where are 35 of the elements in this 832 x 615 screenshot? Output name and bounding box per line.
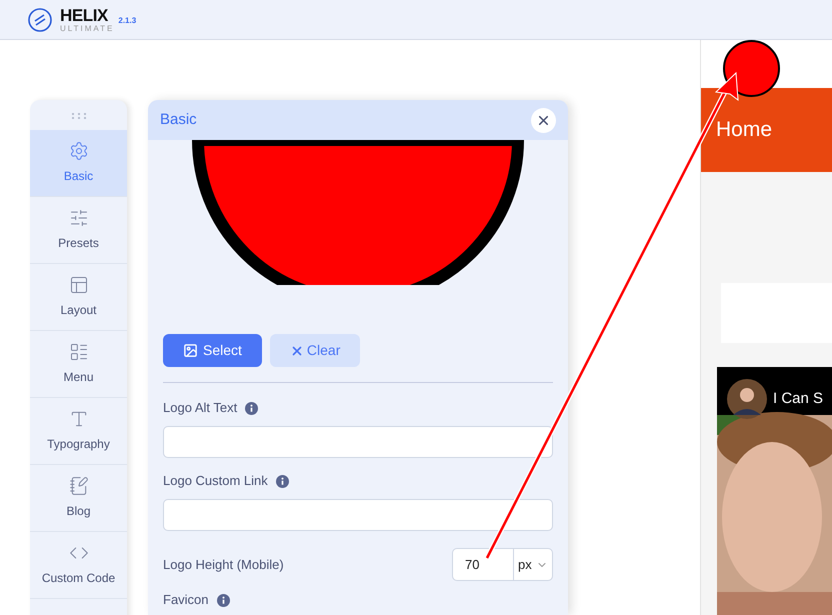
drag-handle-icon[interactable] bbox=[70, 113, 86, 119]
unit-select[interactable]: px bbox=[514, 549, 552, 580]
logo-subtitle: ULTIMATE bbox=[60, 24, 114, 32]
sidebar-item[interactable]: Presets bbox=[30, 197, 127, 264]
info-icon bbox=[245, 402, 258, 414]
version-label: 2.1.3 bbox=[118, 15, 136, 27]
avatar-icon bbox=[727, 379, 767, 419]
height-field[interactable]: 70 px bbox=[452, 548, 553, 581]
info-icon bbox=[276, 474, 289, 488]
settings-icon bbox=[68, 141, 88, 161]
close-button[interactable] bbox=[531, 108, 556, 132]
layout-icon bbox=[68, 275, 88, 295]
sidebar-item[interactable]: Layout bbox=[30, 264, 127, 331]
sidebar-item[interactable]: Typography bbox=[30, 398, 127, 465]
video-title: I Can S bbox=[773, 388, 824, 409]
sliders-icon bbox=[68, 208, 88, 228]
sidebar-item[interactable]: Basic bbox=[30, 130, 127, 197]
field-label: Favicon bbox=[163, 591, 209, 610]
panel-title: Basic bbox=[160, 110, 197, 130]
logo-title: HELIX bbox=[60, 6, 109, 24]
sidebar-item[interactable]: Blog bbox=[30, 465, 127, 532]
info-icon bbox=[216, 594, 230, 606]
text-field[interactable] bbox=[163, 499, 553, 531]
logo-icon bbox=[28, 8, 52, 32]
sidebar-item[interactable]: Custom Code bbox=[30, 532, 127, 599]
field-label: Logo Height (Mobile) bbox=[163, 556, 284, 574]
select-button[interactable]: Select bbox=[163, 334, 262, 367]
sidebar-item[interactable]: Menu bbox=[30, 331, 127, 398]
field-label: Logo Custom Link bbox=[163, 472, 268, 490]
home-link[interactable]: Home bbox=[716, 114, 772, 146]
text-field[interactable] bbox=[163, 426, 553, 458]
image-icon bbox=[183, 343, 198, 358]
list-icon bbox=[68, 342, 88, 362]
field-label: Logo Alt Text bbox=[163, 399, 238, 418]
notepad-icon bbox=[68, 476, 88, 496]
